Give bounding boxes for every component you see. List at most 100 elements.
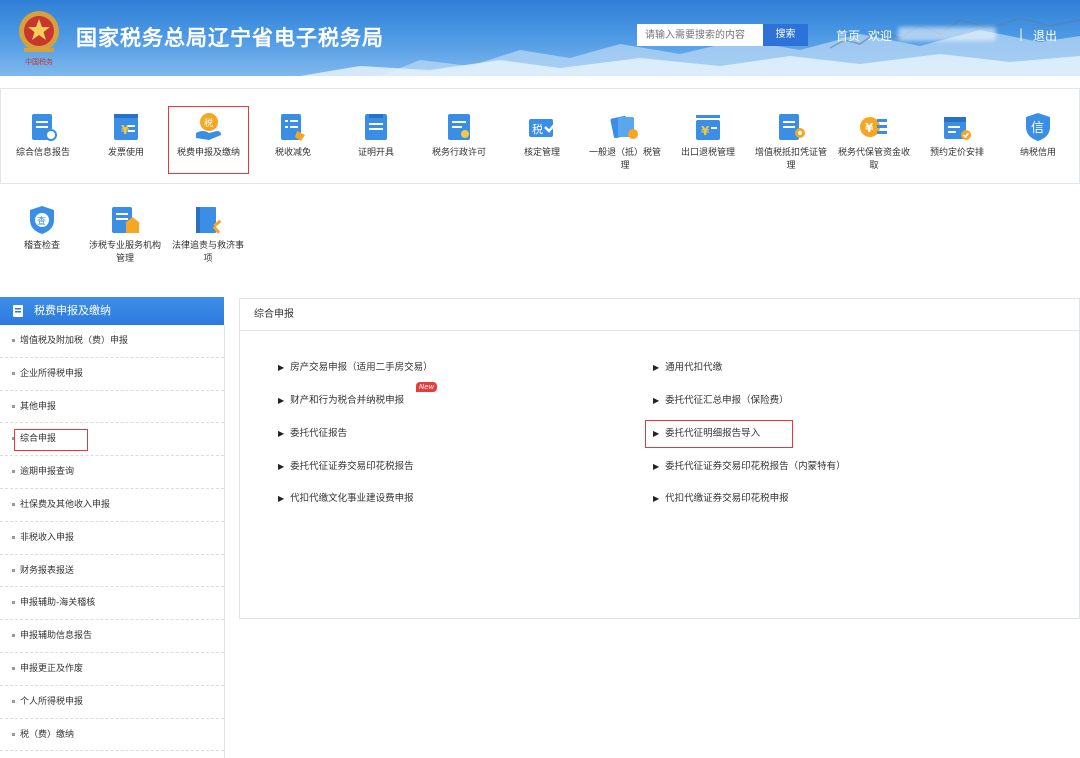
bullet-icon bbox=[12, 634, 15, 638]
bullet-icon bbox=[12, 470, 15, 474]
svg-text:¥: ¥ bbox=[701, 124, 710, 138]
sidebar-item-personal-income-tax[interactable]: 个人所得税申报 bbox=[0, 686, 224, 719]
welcome-text: 欢迎 bbox=[868, 29, 893, 43]
bullet-icon bbox=[12, 666, 15, 670]
triangle-right-icon: ▶ bbox=[653, 494, 660, 503]
service-agency[interactable]: 涉税专业服务机构管理 bbox=[83, 204, 167, 274]
link-entrusted-collection-report[interactable]: ▶ 委托代征报告 bbox=[278, 425, 347, 443]
bullet-icon bbox=[12, 568, 15, 572]
sidebar-item-financial-statements[interactable]: 财务报表报送 bbox=[0, 555, 224, 588]
sidebar: 税费申报及缴纳 增值税及附加税（费）申报 企业所得税申报 其他申报 综合申报 逾… bbox=[0, 297, 226, 758]
link-securities-stamp-tax-declaration[interactable]: ▶ 代扣代缴证券交易印花税申报 bbox=[653, 490, 789, 508]
home-link[interactable]: 首页 bbox=[836, 27, 860, 44]
tax-emblem-icon: 中国税务 bbox=[19, 11, 59, 66]
bullet-icon bbox=[12, 339, 15, 342]
sidebar-item-customs-audit[interactable]: 申报辅助-海关稽核 bbox=[0, 587, 224, 621]
search-button[interactable]: 搜索 bbox=[763, 24, 808, 46]
service-license[interactable]: 税务行政许可 bbox=[417, 111, 501, 181]
logout-link[interactable]: 退出 bbox=[1033, 27, 1057, 44]
sidebar-item-other[interactable]: 其他申报 bbox=[0, 391, 224, 424]
header-banner: 中国税务 国家税务总局辽宁省电子税务局 搜索 首页 欢迎 | 退出 bbox=[0, 0, 1080, 76]
service-vat-voucher[interactable]: 增值税抵扣凭证管理 bbox=[749, 111, 833, 181]
separator: | bbox=[1019, 27, 1024, 41]
sidebar-list: 增值税及附加税（费）申报 企业所得税申报 其他申报 综合申报 逾期申报查询 社保… bbox=[0, 325, 224, 752]
bullet-icon bbox=[12, 371, 15, 375]
triangle-right-icon: ▶ bbox=[278, 396, 285, 405]
search-input[interactable] bbox=[637, 24, 763, 46]
triangle-right-icon: ▶ bbox=[653, 363, 660, 372]
service-assessment[interactable]: 税 核定管理 bbox=[500, 111, 584, 181]
license-icon bbox=[448, 114, 470, 140]
vat-voucher-icon bbox=[779, 114, 805, 140]
sidebar-item-overdue-query[interactable]: 逾期申报查询 bbox=[0, 456, 224, 489]
service-export-refund[interactable]: ¥ 出口退税管理 bbox=[666, 111, 750, 181]
bullet-icon bbox=[12, 502, 15, 506]
service-report[interactable]: 综合信息报告 bbox=[1, 111, 85, 181]
pricing-agreement-icon bbox=[944, 117, 971, 140]
link-property-transaction[interactable]: ▶ 房产交易申报（适用二手房交易） bbox=[278, 359, 433, 377]
service-menu: 综合信息报告 ¥ 发票使用 税 税费申报及缴纳 税收减免 证明开具 税务行政许可… bbox=[0, 88, 1080, 184]
sidebar-item-comprehensive[interactable]: 综合申报 bbox=[0, 423, 224, 457]
site-title: 国家税务总局辽宁省电子税务局 bbox=[76, 26, 384, 50]
service-credit[interactable]: 信 纳税信用 bbox=[996, 111, 1080, 181]
sidebar-item-auxiliary-report[interactable]: 申报辅助信息报告 bbox=[0, 620, 224, 653]
tax-filing-icon: 税 bbox=[195, 113, 221, 140]
triangle-right-icon: ▶ bbox=[278, 429, 285, 438]
tax-relief-icon bbox=[281, 114, 305, 141]
bullet-icon bbox=[12, 699, 15, 703]
service-tax-filing[interactable]: 税 税费申报及缴纳 bbox=[168, 106, 249, 174]
sidebar-item-corporate-income-tax[interactable]: 企业所得税申报 bbox=[0, 358, 224, 391]
svg-text:中国税务: 中国税务 bbox=[25, 57, 53, 66]
sidebar-title: 税费申报及缴纳 bbox=[34, 304, 111, 317]
sidebar-item-payment[interactable]: 税（费）缴纳 bbox=[0, 719, 224, 752]
service-pricing-agreement[interactable]: 预约定价安排 bbox=[915, 111, 999, 181]
credit-icon: 信 bbox=[1026, 113, 1050, 141]
svg-text:税: 税 bbox=[204, 117, 213, 129]
certificate-icon bbox=[365, 114, 387, 140]
triangle-right-icon: ▶ bbox=[278, 462, 285, 471]
service-inspection[interactable]: 查 稽查检查 bbox=[0, 204, 84, 274]
triangle-right-icon: ▶ bbox=[278, 494, 285, 503]
agency-icon bbox=[112, 207, 140, 233]
masked-username bbox=[898, 27, 996, 41]
svg-text:查: 查 bbox=[37, 215, 46, 227]
invoice-icon: ¥ bbox=[114, 114, 138, 140]
fund-custody-icon: ¥ bbox=[860, 117, 887, 137]
bullet-icon bbox=[12, 732, 15, 736]
sidebar-header[interactable]: 税费申报及缴纳 bbox=[0, 297, 224, 325]
svg-text:¥: ¥ bbox=[865, 121, 874, 135]
link-property-behavior-tax[interactable]: ▶ 财产和行为税合并纳税申报 New bbox=[278, 382, 438, 410]
link-securities-stamp-tax-inner-mongolia[interactable]: ▶ 委托代征证券交易印花税报告（内蒙特有） bbox=[653, 458, 846, 476]
link-cultural-fee[interactable]: ▶ 代扣代缴文化事业建设费申报 bbox=[278, 490, 414, 508]
sidebar-item-vat[interactable]: 增值税及附加税（费）申报 bbox=[0, 325, 224, 358]
service-fund-custody[interactable]: ¥ 税务代保管资金收取 bbox=[832, 111, 916, 181]
sidebar-item-non-tax[interactable]: 非税收入申报 bbox=[0, 522, 224, 555]
bullet-icon bbox=[12, 601, 15, 605]
triangle-right-icon: ▶ bbox=[653, 396, 660, 405]
service-certificate[interactable]: 证明开具 bbox=[334, 111, 418, 181]
bullet-icon bbox=[12, 535, 15, 539]
service-invoice[interactable]: ¥ 发票使用 bbox=[84, 111, 168, 181]
link-insurance-summary[interactable]: ▶ 委托代征汇总申报（保险费） bbox=[653, 392, 789, 410]
sidebar-item-social-security[interactable]: 社保费及其他收入申报 bbox=[0, 489, 224, 522]
bullet-icon bbox=[12, 404, 15, 408]
assessment-icon: 税 bbox=[529, 119, 557, 137]
bullet-icon bbox=[12, 437, 15, 441]
service-tax-relief[interactable]: 税收减免 bbox=[251, 111, 335, 181]
export-refund-icon: ¥ bbox=[696, 115, 720, 140]
content-panel: 综合申报 ▶ 房产交易申报（适用二手房交易） ▶ 财产和行为税合并纳税申报 New … bbox=[239, 298, 1080, 619]
triangle-right-icon: ▶ bbox=[278, 363, 285, 372]
sidebar-item-correction[interactable]: 申报更正及作废 bbox=[0, 653, 224, 686]
legal-icon bbox=[196, 207, 222, 234]
link-entrusted-detail-import[interactable]: ▶ 委托代征明细报告导入 bbox=[644, 420, 794, 448]
service-refund[interactable]: 一般退（抵）税管理 bbox=[583, 111, 667, 181]
svg-text:信: 信 bbox=[1031, 121, 1044, 136]
triangle-right-icon: ▶ bbox=[653, 462, 660, 471]
triangle-right-icon: ▶ bbox=[653, 429, 660, 438]
document-icon bbox=[13, 305, 23, 317]
sidebar-border bbox=[224, 325, 225, 758]
svg-text:税: 税 bbox=[532, 122, 543, 136]
service-legal[interactable]: 法律追责与救济事项 bbox=[166, 204, 250, 274]
link-securities-stamp-tax-report[interactable]: ▶ 委托代征证券交易印花税报告 bbox=[278, 458, 414, 476]
link-general-withholding[interactable]: ▶ 通用代扣代缴 bbox=[653, 359, 722, 377]
